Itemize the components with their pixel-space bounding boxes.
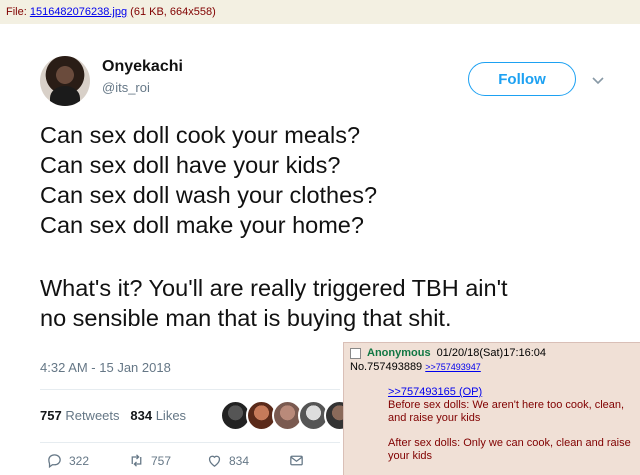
file-prefix: File: [6, 6, 30, 18]
tweet-line: Can sex doll make your home? [40, 212, 364, 238]
reply-action[interactable]: 322 [46, 452, 89, 469]
display-name[interactable]: Onyekachi [102, 58, 183, 76]
reply-icon [48, 454, 61, 469]
reply-count: 322 [69, 453, 90, 468]
post-paragraph: Before sex dolls: We aren't here too coo… [388, 399, 625, 424]
tweet-line: Can sex doll have your kids? [40, 152, 341, 178]
message-action[interactable] [288, 452, 305, 469]
liker-avatars [220, 400, 355, 431]
likes-count[interactable]: 834 [130, 408, 152, 423]
file-link[interactable]: 1516482076238.jpg [30, 6, 127, 18]
retweets-label[interactable]: Retweets [65, 408, 119, 423]
retweet-action[interactable]: 757 [128, 452, 171, 469]
tweet-line: What's it? You'll are really triggered T… [40, 275, 508, 301]
chevron-down-icon[interactable] [592, 72, 604, 88]
post-header: Anonymous 01/20/18(Sat)17:16:04 [350, 347, 634, 359]
divider [40, 389, 340, 390]
envelope-icon [290, 455, 303, 466]
chan-reply-post: Anonymous 01/20/18(Sat)17:16:04 No.75749… [343, 342, 640, 475]
like-count: 834 [229, 453, 250, 468]
like-action[interactable]: 834 [206, 452, 249, 469]
retweet-count: 757 [151, 453, 172, 468]
retweets-count[interactable]: 757 [40, 408, 62, 423]
avatar[interactable] [40, 56, 90, 106]
post-number-line: No.757493889 >>757493947 [350, 361, 634, 373]
post-body: >>757493165 (OP) Before sex dolls: We ar… [388, 386, 634, 463]
follow-button[interactable]: Follow [468, 62, 576, 96]
user-handle[interactable]: @its_roi [102, 80, 150, 95]
divider [40, 442, 340, 443]
tweet-timestamp[interactable]: 4:32 AM - 15 Jan 2018 [40, 360, 171, 375]
tweet-line: Can sex doll cook your meals? [40, 122, 361, 148]
tweet-line: Can sex doll wash your clothes? [40, 182, 378, 208]
tweet-line: no sensible man that is buying that shit… [40, 305, 452, 331]
file-info-bar: File: 1516482076238.jpg (61 KB, 664x558) [0, 0, 640, 24]
tweet-text: Can sex doll cook your meals? Can sex do… [40, 120, 630, 333]
quote-link[interactable]: >>757493165 (OP) [388, 386, 634, 399]
post-number[interactable]: No.757493889 [350, 361, 422, 373]
backlink[interactable]: >>757493947 [425, 362, 481, 372]
post-datetime: 01/20/18(Sat)17:16:04 [436, 347, 547, 359]
engagement-stats: 757 Retweets 834 Likes [40, 408, 186, 423]
post-paragraph: After sex dolls: Only we can cook, clean… [388, 437, 631, 462]
heart-icon [208, 455, 221, 467]
file-meta: (61 KB, 664x558) [127, 6, 216, 18]
poster-name: Anonymous [367, 347, 431, 359]
likes-label[interactable]: Likes [156, 408, 186, 423]
retweet-icon [131, 454, 142, 467]
post-checkbox[interactable] [350, 347, 361, 359]
